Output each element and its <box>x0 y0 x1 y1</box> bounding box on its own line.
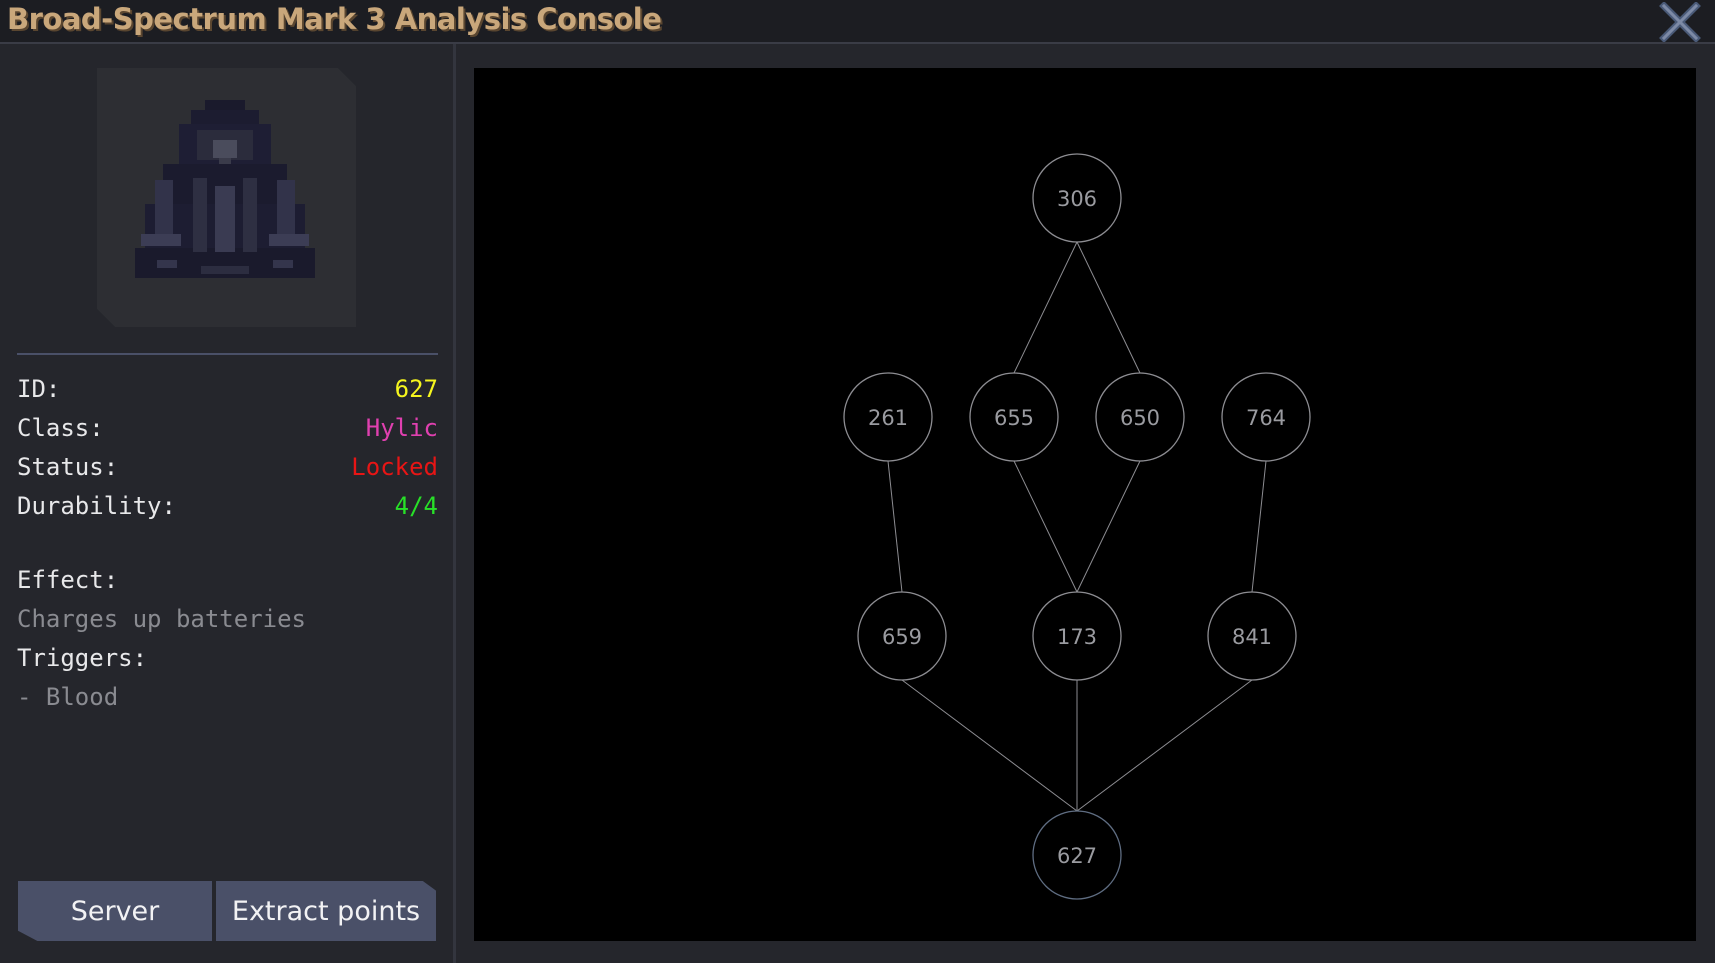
status-label: Status: <box>17 453 119 481</box>
class-value: Hylic <box>365 414 438 442</box>
graph-edge <box>1076 241 1141 374</box>
title-bar: Broad-Spectrum Mark 3 Analysis Console <box>0 0 1715 44</box>
close-icon[interactable] <box>1658 1 1702 43</box>
node-label: 655 <box>994 406 1034 430</box>
node-label: 650 <box>1120 406 1160 430</box>
node-label: 764 <box>1246 406 1286 430</box>
node-label: 261 <box>868 406 908 430</box>
graph-edge <box>1251 460 1267 593</box>
graph-edge <box>901 679 1078 812</box>
graph-node-659[interactable]: 659 <box>857 591 947 681</box>
robed-figure-icon <box>135 100 315 278</box>
graph-node-650[interactable]: 650 <box>1095 372 1185 462</box>
node-label: 841 <box>1232 625 1272 649</box>
graph-edge <box>1013 460 1078 593</box>
id-value: 627 <box>394 375 438 403</box>
graph-edge <box>887 460 903 593</box>
status-row: Status: Locked <box>17 453 438 487</box>
graph-node-764[interactable]: 764 <box>1221 372 1311 462</box>
graph-node-627[interactable]: 627 <box>1032 810 1122 900</box>
window-title: Broad-Spectrum Mark 3 Analysis Console <box>7 2 662 36</box>
graph-node-306[interactable]: 306 <box>1032 153 1122 243</box>
status-value: Locked <box>351 453 438 481</box>
server-button[interactable]: Server <box>18 881 212 941</box>
node-label: 659 <box>882 625 922 649</box>
triggers-label: Triggers: <box>17 644 148 672</box>
dependency-graph: 306 261 655 650 764 659 173 841 627 <box>474 68 1696 941</box>
graph-node-841[interactable]: 841 <box>1207 591 1297 681</box>
node-label: 627 <box>1057 844 1097 868</box>
graph-node-261[interactable]: 261 <box>843 372 933 462</box>
id-row: ID: 627 <box>17 375 438 409</box>
graph-edge <box>1013 241 1078 374</box>
graph-edge <box>1076 679 1253 812</box>
node-label: 306 <box>1057 187 1097 211</box>
node-label: 173 <box>1057 625 1097 649</box>
divider <box>17 353 438 355</box>
effect-text: Charges up batteries <box>17 605 306 633</box>
durability-row: Durability: 4/4 <box>17 492 438 526</box>
class-label: Class: <box>17 414 104 442</box>
effect-label: Effect: <box>17 566 119 594</box>
item-portrait <box>97 68 356 327</box>
item-info-panel: ID: 627 Class: Hylic Status: Locked Dura… <box>0 44 456 963</box>
extract-points-button[interactable]: Extract points <box>216 881 436 941</box>
durability-value: 4/4 <box>394 492 438 520</box>
graph-edge <box>1076 460 1141 593</box>
id-label: ID: <box>17 375 61 403</box>
graph-node-655[interactable]: 655 <box>969 372 1059 462</box>
graph-canvas: 306 261 655 650 764 659 173 841 627 <box>843 153 1311 900</box>
graph-node-173[interactable]: 173 <box>1032 591 1122 681</box>
durability-label: Durability: <box>17 492 176 520</box>
trigger-item: - Blood <box>17 683 119 711</box>
class-row: Class: Hylic <box>17 414 438 448</box>
